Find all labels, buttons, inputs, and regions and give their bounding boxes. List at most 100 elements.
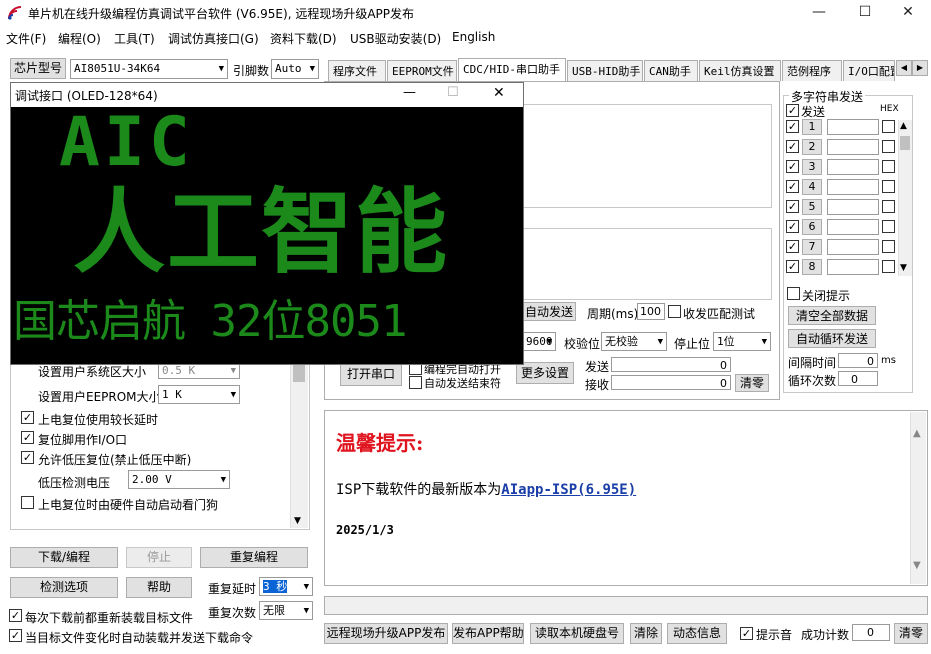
row-string-input[interactable] xyxy=(827,259,879,275)
row-string-input[interactable] xyxy=(827,159,879,175)
row-send-checkbox[interactable] xyxy=(786,200,799,213)
tab-eeprom-file[interactable]: EEPROM文件 xyxy=(387,60,457,81)
chevron-down-icon[interactable]: ▼ xyxy=(913,560,921,571)
receive-buffer[interactable] xyxy=(520,104,772,208)
maximize-button[interactable]: ☐ xyxy=(842,0,888,26)
row-string-input[interactable] xyxy=(827,139,879,155)
chevron-down-icon[interactable]: ▼ xyxy=(900,263,907,273)
reprogram-button[interactable]: 重复编程 xyxy=(200,547,308,568)
row-string-input[interactable] xyxy=(827,199,879,215)
tab-examples[interactable]: 范例程序 xyxy=(782,60,842,81)
open-port-button[interactable]: 打开串口 xyxy=(340,362,402,386)
row-send-checkbox[interactable] xyxy=(786,140,799,153)
row-hex-checkbox[interactable] xyxy=(882,220,895,233)
row-hex-checkbox[interactable] xyxy=(882,120,895,133)
download-program-button[interactable]: 下载/编程 xyxy=(10,547,118,568)
tab-keil-settings[interactable]: Keil仿真设置 xyxy=(699,60,781,81)
repeat-count-select[interactable]: 无限 ▼ xyxy=(259,601,313,620)
row-hex-checkbox[interactable] xyxy=(882,180,895,193)
row-send-checkbox[interactable] xyxy=(786,220,799,233)
row-send-checkbox[interactable] xyxy=(786,180,799,193)
lvr-checkbox[interactable] xyxy=(21,451,34,464)
close-tip-checkbox[interactable] xyxy=(787,287,800,300)
version-link[interactable]: AIapp-ISP(6.95E) xyxy=(501,482,636,498)
repeat-delay-select[interactable]: 3 秒 ▼ xyxy=(259,577,313,596)
autosend-checkbox[interactable] xyxy=(9,629,22,642)
wdt-checkbox[interactable] xyxy=(21,496,34,509)
send-buffer[interactable] xyxy=(520,228,772,300)
row-send-checkbox[interactable] xyxy=(786,160,799,173)
menu-debug[interactable]: 调试仿真接口(G) xyxy=(168,30,259,47)
row-send-checkbox[interactable] xyxy=(786,260,799,273)
row-send-button[interactable]: 4 xyxy=(802,179,822,195)
check-options-button[interactable]: 检测选项 xyxy=(10,577,118,598)
row-hex-checkbox[interactable] xyxy=(882,140,895,153)
pin-count-select[interactable]: Auto ▼ xyxy=(271,59,319,79)
tab-can[interactable]: CAN助手 xyxy=(644,60,698,81)
oled-close-button[interactable]: ✕ xyxy=(493,85,505,101)
row-send-button[interactable]: 8 xyxy=(802,259,822,275)
beep-checkbox[interactable] xyxy=(740,627,753,640)
row-string-input[interactable] xyxy=(827,219,879,235)
row-hex-checkbox[interactable] xyxy=(882,260,895,273)
reset-io-checkbox[interactable] xyxy=(21,431,34,444)
scrollbar-thumb[interactable] xyxy=(900,136,910,150)
stop-button[interactable]: 停止 xyxy=(126,547,192,568)
stop-bits-select[interactable]: 1位 ▼ xyxy=(713,332,771,351)
auto-send-button[interactable]: 自动发送 xyxy=(522,302,576,321)
dynamic-info-button[interactable]: 动态信息 xyxy=(667,623,727,644)
tab-program-file[interactable]: 程序文件 xyxy=(328,60,386,81)
period-input[interactable]: 100 xyxy=(637,303,665,320)
baud-rate-select[interactable]: 9600 ▼ xyxy=(522,332,556,351)
row-string-input[interactable] xyxy=(827,179,879,195)
row-send-checkbox[interactable] xyxy=(786,240,799,253)
reload-checkbox[interactable] xyxy=(9,609,22,622)
parity-select[interactable]: 无校验 ▼ xyxy=(601,332,667,351)
remote-app-publish-button[interactable]: 远程现场升级APP发布 xyxy=(324,623,448,644)
chevron-down-icon[interactable]: ▼ xyxy=(294,516,301,526)
reset-count-button[interactable]: 清零 xyxy=(894,623,928,644)
close-button[interactable]: ✕ xyxy=(885,0,931,26)
clear-count-button[interactable]: 清零 xyxy=(735,374,769,392)
match-test-checkbox[interactable] xyxy=(668,305,681,318)
clear-info-button[interactable]: 清除 xyxy=(630,623,662,644)
menu-program[interactable]: 编程(O) xyxy=(58,30,101,47)
options-scrollbar[interactable] xyxy=(290,360,308,528)
chip-type-select[interactable]: AI8051U-34K64 ▼ xyxy=(70,59,228,79)
row-send-button[interactable]: 1 xyxy=(802,119,822,135)
help-button[interactable]: 帮助 xyxy=(126,577,192,598)
tab-scroll-left-button[interactable]: ◀ xyxy=(896,60,912,76)
row-send-button[interactable]: 3 xyxy=(802,159,822,175)
tab-io-config[interactable]: I/O口配置 xyxy=(843,60,895,81)
menu-usb-driver[interactable]: USB驱动安装(D) xyxy=(350,30,441,47)
row-send-button[interactable]: 6 xyxy=(802,219,822,235)
row-send-button[interactable]: 2 xyxy=(802,139,822,155)
read-disk-id-button[interactable]: 读取本机硬盘号 xyxy=(530,623,624,644)
interval-input[interactable]: 0 xyxy=(838,353,878,368)
long-delay-checkbox[interactable] xyxy=(21,411,34,424)
eeprom-size-select[interactable]: 1 K ▼ xyxy=(158,385,240,404)
row-send-checkbox[interactable] xyxy=(786,120,799,133)
menu-download[interactable]: 资料下载(D) xyxy=(270,30,337,47)
tab-usb-hid[interactable]: USB-HID助手 xyxy=(567,60,643,81)
lvd-select[interactable]: 2.00 V ▼ xyxy=(128,470,230,489)
tab-scroll-right-button[interactable]: ▶ xyxy=(912,60,928,76)
row-hex-checkbox[interactable] xyxy=(882,240,895,253)
chip-type-button[interactable]: 芯片型号 xyxy=(10,58,66,79)
tab-serial-assistant[interactable]: CDC/HID-串口助手 xyxy=(458,58,566,81)
oled-minimize-button[interactable]: — xyxy=(403,85,416,100)
more-settings-button[interactable]: 更多设置 xyxy=(516,362,574,384)
scrollbar-thumb[interactable] xyxy=(293,364,305,382)
row-hex-checkbox[interactable] xyxy=(882,200,895,213)
menu-tools[interactable]: 工具(T) xyxy=(114,30,155,47)
row-string-input[interactable] xyxy=(827,239,879,255)
menu-english[interactable]: English xyxy=(452,30,495,44)
chevron-up-icon[interactable]: ▲ xyxy=(900,121,907,131)
minimize-button[interactable]: — xyxy=(796,0,842,26)
auto-loop-send-button[interactable]: 自动循环发送 xyxy=(788,329,876,348)
row-string-input[interactable] xyxy=(827,119,879,135)
loop-count-input[interactable]: 0 xyxy=(838,371,878,386)
send-all-checkbox[interactable] xyxy=(786,104,799,117)
row-send-button[interactable]: 7 xyxy=(802,239,822,255)
oled-debug-window[interactable]: 调试接口 (OLED-128*64) — ☐ ✕ AIC 人工智能 国芯启航 3… xyxy=(10,82,524,365)
